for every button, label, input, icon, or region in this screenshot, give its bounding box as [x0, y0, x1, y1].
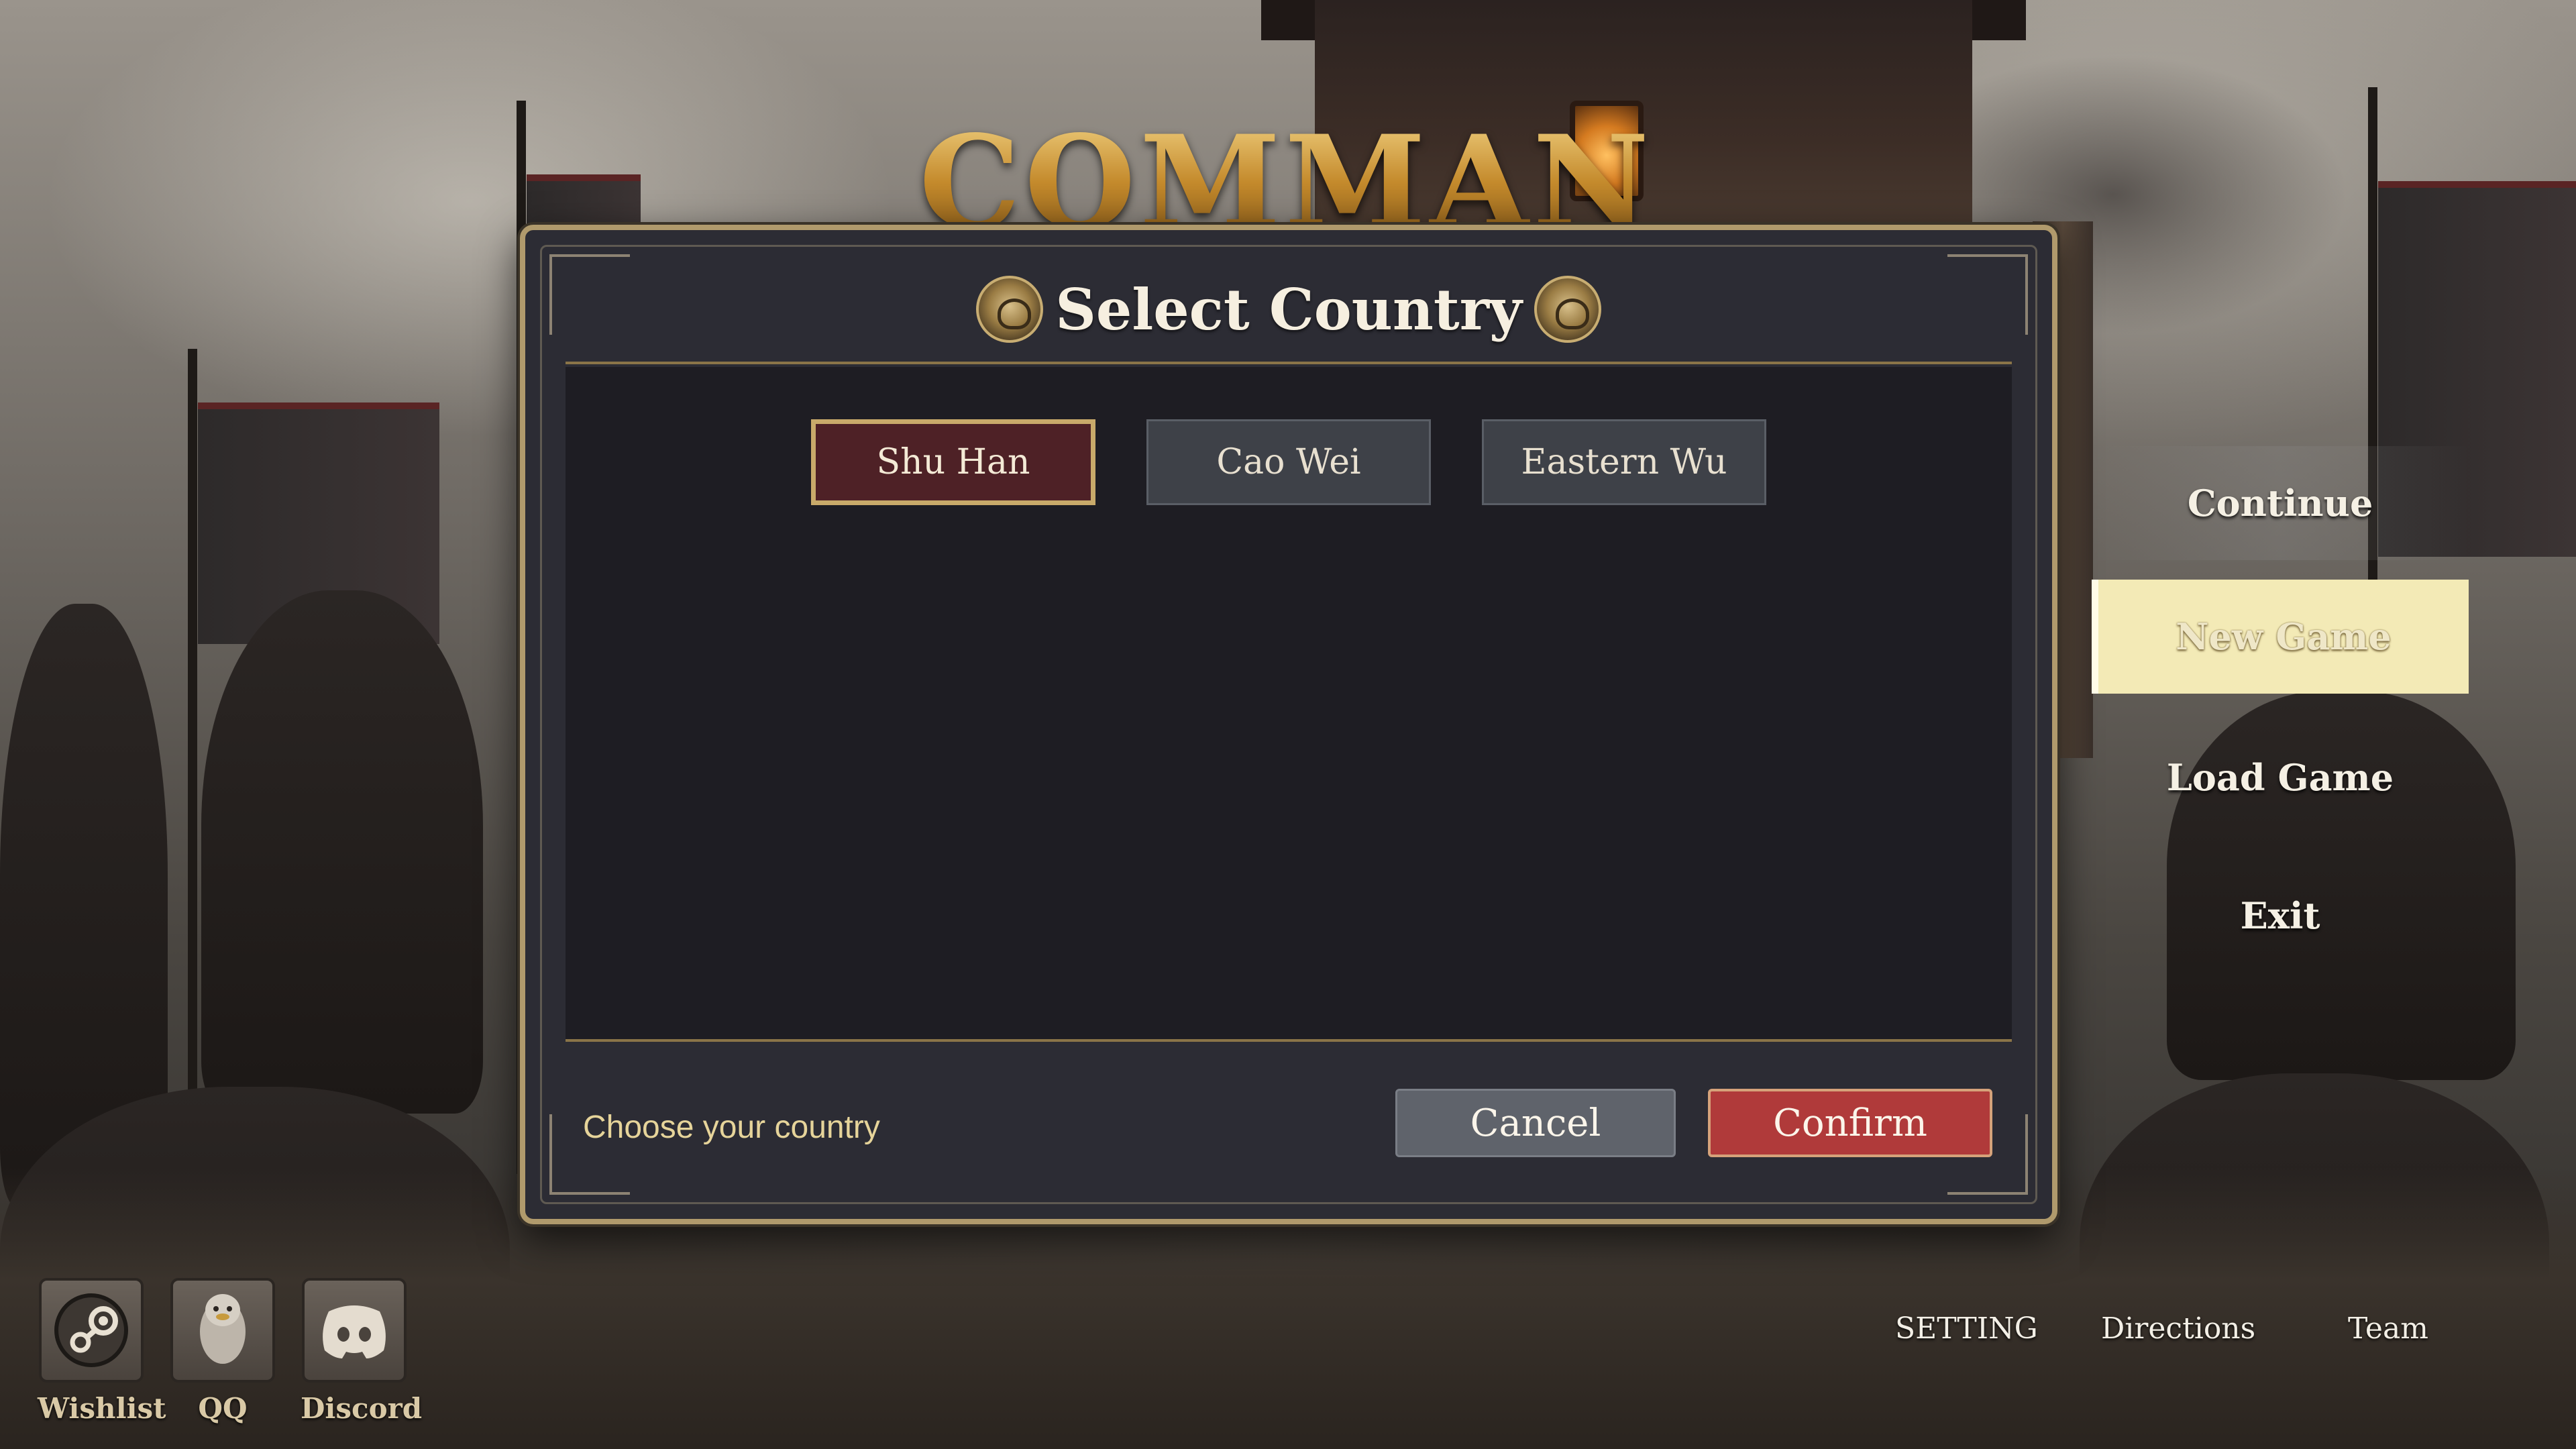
- social-label: QQ: [198, 1392, 248, 1425]
- cancel-button[interactable]: Cancel: [1395, 1089, 1676, 1157]
- social-label: Discord: [301, 1392, 423, 1425]
- country-option-cao-wei[interactable]: Cao Wei: [1146, 419, 1431, 505]
- dialog-header: Select Country: [566, 257, 2012, 364]
- menu-continue[interactable]: Continue: [2092, 446, 2469, 560]
- country-option-eastern-wu[interactable]: Eastern Wu: [1482, 419, 1766, 505]
- dragon-emblem-icon: [1534, 276, 1601, 343]
- social-wishlist: Wishlist: [38, 1278, 166, 1425]
- confirm-button[interactable]: Confirm: [1708, 1089, 1992, 1157]
- dialog-title: Select Country: [1055, 276, 1522, 343]
- setting-link[interactable]: SETTING: [1895, 1311, 2038, 1346]
- team-link[interactable]: Team: [2348, 1311, 2428, 1346]
- steam-icon[interactable]: [39, 1278, 144, 1383]
- social-label: Wishlist: [38, 1392, 166, 1425]
- country-options: Shu Han Cao Wei Eastern Wu: [566, 419, 2012, 505]
- hint-text: Choose your country: [583, 1110, 880, 1145]
- country-list-panel: Shu Han Cao Wei Eastern Wu: [566, 367, 2012, 1039]
- menu-load-game[interactable]: Load Game: [2092, 720, 2469, 835]
- menu-new-game[interactable]: New Game: [2092, 580, 2469, 694]
- menu-exit[interactable]: Exit: [2092, 859, 2469, 973]
- social-qq: QQ: [169, 1278, 276, 1425]
- qq-penguin-icon[interactable]: [170, 1278, 275, 1383]
- directions-link[interactable]: Directions: [2101, 1311, 2255, 1346]
- country-option-shu-han[interactable]: Shu Han: [811, 419, 1095, 505]
- cavalry-figure: [201, 590, 483, 1114]
- dragon-emblem-icon: [976, 276, 1044, 343]
- select-country-dialog: Select Country Shu Han Cao Wei Eastern W…: [520, 225, 2057, 1224]
- discord-icon[interactable]: [302, 1278, 407, 1383]
- social-discord: Discord: [301, 1278, 423, 1425]
- dialog-footer: Choose your country Cancel Confirm: [566, 1039, 2012, 1193]
